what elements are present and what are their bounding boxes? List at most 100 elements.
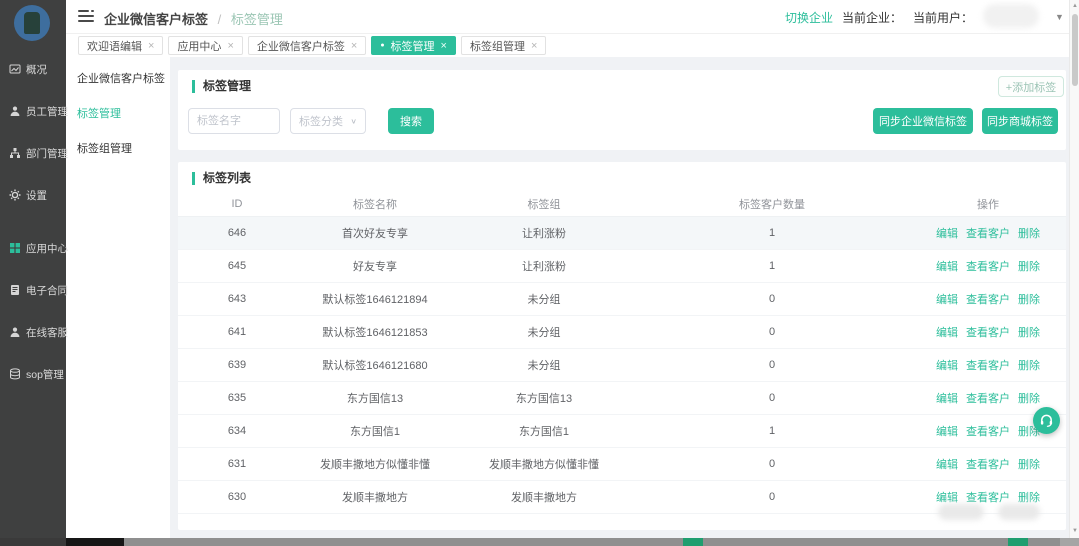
cell-count: 1	[634, 414, 910, 447]
tab-label: 标签组管理	[470, 38, 525, 54]
sidebar-item-online-service[interactable]: 在线客服	[0, 320, 66, 344]
breadcrumb-separator: /	[218, 12, 222, 27]
view-customers-link[interactable]: 查看客户	[966, 393, 1010, 405]
secondary-sidebar: 企业微信客户标签 标签管理 标签组管理	[66, 57, 170, 538]
collapse-menu-icon[interactable]	[78, 10, 94, 23]
view-customers-link[interactable]: 查看客户	[966, 327, 1010, 339]
scrollbar-thumb[interactable]	[1072, 14, 1078, 86]
settings-icon	[9, 189, 21, 201]
taskbar-segment	[1008, 538, 1028, 546]
scroll-up-icon[interactable]: ▲	[1070, 3, 1079, 9]
close-icon[interactable]: ×	[441, 40, 447, 52]
col-header-id: ID	[178, 192, 296, 216]
department-icon	[9, 147, 21, 159]
active-tab-dot-icon: ●	[380, 42, 384, 49]
cell-id: 634	[178, 414, 296, 447]
close-icon[interactable]: ×	[227, 40, 233, 52]
company-avatar	[14, 5, 50, 41]
table-row: 646 首次好友专享 让利涨粉 1 编辑查看客户删除	[178, 216, 1066, 249]
edit-link[interactable]: 编辑	[936, 426, 958, 438]
edit-link[interactable]: 编辑	[936, 459, 958, 471]
edit-link[interactable]: 编辑	[936, 228, 958, 240]
scroll-down-icon[interactable]: ▼	[1070, 528, 1079, 534]
cell-count: 0	[634, 480, 910, 513]
tab-label: 企业微信客户标签	[257, 38, 345, 54]
view-customers-link[interactable]: 查看客户	[966, 426, 1010, 438]
blurred-watermark	[938, 504, 984, 520]
sidebar-item-settings[interactable]: 设置	[0, 183, 66, 207]
content-area: 企业微信客户标签 标签管理 标签组管理 标签管理 标签分类 ∨ 搜索 +添加标签…	[66, 57, 1069, 538]
table-row: 643 默认标签1646121894 未分组 0 编辑查看客户删除	[178, 282, 1066, 315]
table-row: 639 默认标签1646121680 未分组 0 编辑查看客户删除	[178, 348, 1066, 381]
edit-link[interactable]: 编辑	[936, 492, 958, 504]
cell-id: 646	[178, 216, 296, 249]
edit-link[interactable]: 编辑	[936, 393, 958, 405]
headset-icon	[1039, 413, 1054, 428]
view-customers-link[interactable]: 查看客户	[966, 459, 1010, 471]
submenu-item-tag-manage[interactable]: 标签管理	[66, 103, 170, 125]
sidebar-item-overview[interactable]: 概况	[0, 57, 66, 81]
edit-link[interactable]: 编辑	[936, 261, 958, 273]
tab-tag-group-manage[interactable]: 标签组管理 ×	[461, 36, 546, 55]
add-tag-button[interactable]: +添加标签	[998, 76, 1064, 97]
delete-link[interactable]: 删除	[1018, 492, 1040, 504]
delete-link[interactable]: 删除	[1018, 228, 1040, 240]
cell-name: 好友专享	[296, 249, 454, 282]
sidebar-item-label: 部门管理	[26, 146, 68, 161]
breadcrumb-current: 标签管理	[231, 12, 283, 27]
cell-group: 让利涨粉	[454, 216, 634, 249]
edit-link[interactable]: 编辑	[936, 360, 958, 372]
bottom-window-strip	[0, 538, 1079, 546]
delete-link[interactable]: 删除	[1018, 261, 1040, 273]
submenu-item-wecom-customer-tags[interactable]: 企业微信客户标签	[66, 68, 170, 90]
cell-count: 0	[634, 381, 910, 414]
edit-link[interactable]: 编辑	[936, 294, 958, 306]
cell-id: 631	[178, 447, 296, 480]
tag-name-input[interactable]	[188, 108, 280, 134]
submenu-item-tag-group-manage[interactable]: 标签组管理	[66, 138, 170, 160]
taskbar-segment	[66, 538, 124, 546]
delete-link[interactable]: 删除	[1018, 393, 1040, 405]
cell-count: 1	[634, 249, 910, 282]
tag-table: ID 标签名称 标签组 标签客户数量 操作 646 首次好友专享 让利涨粉 1 …	[178, 192, 1066, 514]
sync-mall-tags-button[interactable]: 同步商城标签	[982, 108, 1058, 134]
tab-tag-manage-active[interactable]: ● 标签管理×	[371, 36, 456, 55]
delete-link[interactable]: 删除	[1018, 294, 1040, 306]
sidebar-item-app-center[interactable]: 应用中心	[0, 236, 66, 260]
table-row: 635 东方国信13 东方国信13 0 编辑查看客户删除	[178, 381, 1066, 414]
tab-welcome-editor[interactable]: 欢迎语编辑 ×	[78, 36, 163, 55]
sidebar-item-employee[interactable]: 员工管理	[0, 99, 66, 123]
view-customers-link[interactable]: 查看客户	[966, 228, 1010, 240]
breadcrumb-root[interactable]: 企业微信客户标签	[104, 12, 208, 27]
close-icon[interactable]: ×	[148, 40, 154, 52]
view-customers-link[interactable]: 查看客户	[966, 261, 1010, 273]
edit-link[interactable]: 编辑	[936, 327, 958, 339]
customer-service-float-button[interactable]	[1033, 407, 1060, 434]
search-button[interactable]: 搜索	[388, 108, 434, 134]
tab-wecom-customer-tags[interactable]: 企业微信客户标签 ×	[248, 36, 366, 55]
view-customers-link[interactable]: 查看客户	[966, 360, 1010, 372]
vertical-scrollbar[interactable]: ▲ ▼	[1069, 0, 1079, 538]
contract-icon	[9, 284, 21, 296]
tab-label: 欢迎语编辑	[87, 38, 142, 54]
delete-link[interactable]: 删除	[1018, 459, 1040, 471]
tag-category-select[interactable]: 标签分类 ∨	[290, 108, 366, 134]
delete-link[interactable]: 删除	[1018, 327, 1040, 339]
view-customers-link[interactable]: 查看客户	[966, 492, 1010, 504]
taskbar-segment	[683, 538, 703, 546]
close-icon[interactable]: ×	[351, 40, 357, 52]
sync-wecom-tags-button[interactable]: 同步企业微信标签	[873, 108, 973, 134]
switch-company-link[interactable]: 切换企业	[785, 9, 833, 26]
sidebar-item-label: sop管理	[26, 367, 64, 382]
sidebar-item-department[interactable]: 部门管理	[0, 141, 66, 165]
sidebar-item-e-contract[interactable]: 电子合同	[0, 278, 66, 302]
cell-count: 0	[634, 447, 910, 480]
close-icon[interactable]: ×	[531, 40, 537, 52]
user-menu-caret-icon[interactable]: ▼	[1055, 12, 1064, 22]
tab-app-center[interactable]: 应用中心×	[168, 36, 242, 55]
select-placeholder: 标签分类	[299, 113, 343, 129]
sidebar-item-sop[interactable]: sop管理	[0, 362, 66, 386]
cell-name: 默认标签1646121680	[296, 348, 454, 381]
view-customers-link[interactable]: 查看客户	[966, 294, 1010, 306]
delete-link[interactable]: 删除	[1018, 360, 1040, 372]
